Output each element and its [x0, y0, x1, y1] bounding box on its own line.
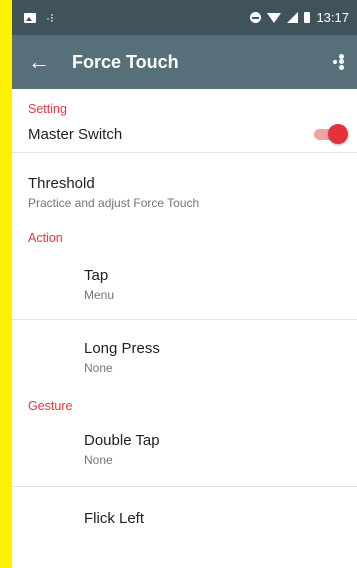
phone-screen: ·⁝ 13:17 ← Force Touch Setting Master Sw…	[12, 0, 357, 568]
gesture-item-double-tap[interactable]: Double Tap None	[12, 413, 357, 487]
list-item-subtitle: None	[84, 360, 113, 375]
master-switch-label: Master Switch	[28, 125, 123, 143]
wifi-icon	[267, 12, 282, 23]
list-item-title: Double Tap	[84, 432, 160, 449]
do-not-disturb-icon	[250, 12, 262, 23]
threshold-row[interactable]: Threshold Practice and adjust Force Touc…	[12, 153, 357, 226]
list-item-subtitle: Menu	[84, 287, 115, 302]
action-item-tap[interactable]: Tap Menu	[12, 245, 357, 320]
arrow-left-icon[interactable]: ←	[28, 51, 50, 73]
image-notification-icon	[24, 12, 36, 23]
more-vert-icon[interactable]	[333, 52, 345, 72]
toggle-thumb	[328, 124, 348, 144]
list-item-title: Flick Left	[84, 510, 145, 527]
battery-icon	[304, 12, 311, 23]
status-bar: ·⁝ 13:17	[12, 0, 357, 35]
sync-icon: ·⁝	[46, 10, 54, 25]
section-header-action: Action	[28, 231, 63, 245]
list-item-subtitle: None	[84, 453, 113, 467]
list-item-title: Tap	[84, 266, 109, 284]
action-item-long-press[interactable]: Long Press None	[12, 320, 357, 394]
master-switch-row[interactable]: Master Switch	[12, 116, 357, 153]
section-header-setting: Setting	[28, 102, 67, 116]
app-toolbar: ← Force Touch	[12, 35, 357, 89]
threshold-subtitle: Practice and adjust Force Touch	[28, 196, 200, 210]
signal-icon	[287, 12, 299, 23]
list-item-title: Long Press	[84, 339, 160, 357]
section-header-gesture: Gesture	[28, 399, 73, 413]
page-title: Force Touch	[72, 51, 179, 72]
threshold-title: Threshold	[28, 175, 95, 192]
gesture-item-flick-left[interactable]: Flick Left	[12, 487, 357, 527]
status-time: 13:17	[316, 10, 349, 25]
master-switch-toggle[interactable]	[314, 124, 348, 144]
